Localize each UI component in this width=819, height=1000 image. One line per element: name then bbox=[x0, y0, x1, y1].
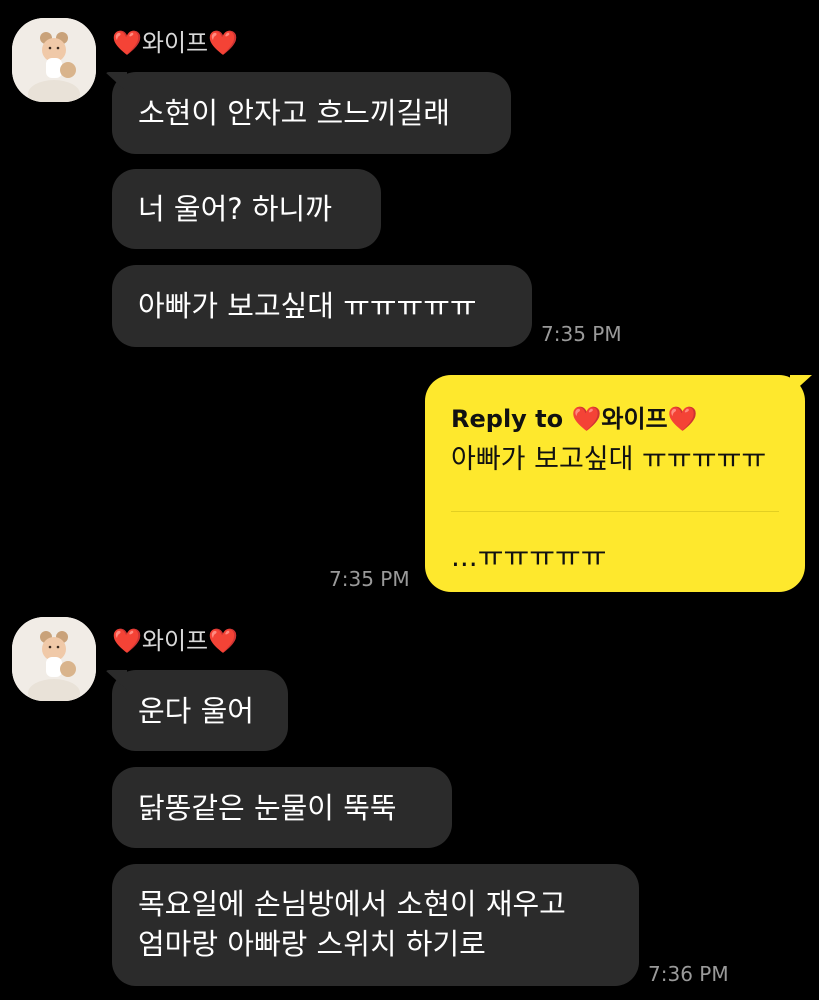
message-bubble[interactable]: 닭똥같은 눈물이 뚝뚝 bbox=[112, 767, 452, 848]
message-text: 닭똥같은 눈물이 뚝뚝 bbox=[138, 790, 397, 825]
message-text: 너 울어? 하니까 bbox=[138, 192, 332, 226]
reply-to-label: Reply to ❤️와이프❤️ bbox=[451, 405, 698, 433]
message-bubble[interactable]: 운다 울어 bbox=[112, 670, 288, 751]
message-text: 아빠가 보고싶대 ㅠㅠㅠㅠㅠ bbox=[138, 289, 477, 323]
message-text: 목요일에 손님방에서 소현이 재우고 bbox=[138, 887, 566, 921]
reply-message-text: ...ㅠㅠㅠㅠㅠ bbox=[451, 540, 607, 573]
message-timestamp: 7:36 PM bbox=[648, 962, 729, 986]
sender-name: ❤️와이프❤️ bbox=[112, 29, 239, 57]
baby-photo-icon bbox=[12, 617, 96, 701]
sender-name: ❤️와이프❤️ bbox=[112, 627, 239, 655]
message-bubble[interactable]: 목요일에 손님방에서 소현이 재우고 엄마랑 아빠랑 스위치 하기로 bbox=[112, 864, 639, 986]
message-bubble[interactable]: 소현이 안자고 흐느끼길래 bbox=[112, 72, 511, 154]
message-timestamp: 7:35 PM bbox=[541, 322, 622, 346]
reply-divider bbox=[451, 511, 779, 512]
message-bubble[interactable]: 아빠가 보고싶대 ㅠㅠㅠㅠㅠ bbox=[112, 265, 532, 347]
quoted-message-text: 아빠가 보고싶대 ㅠㅠㅠㅠㅠ bbox=[451, 444, 767, 475]
avatar[interactable] bbox=[12, 18, 96, 102]
message-text: 엄마랑 아빠랑 스위치 하기로 bbox=[138, 927, 486, 961]
reply-message-bubble[interactable]: Reply to ❤️와이프❤️ 아빠가 보고싶대 ㅠㅠㅠㅠㅠ ...ㅠㅠㅠㅠㅠ bbox=[425, 375, 805, 592]
avatar[interactable] bbox=[12, 617, 96, 701]
message-text: 소현이 안자고 흐느끼길래 bbox=[138, 96, 450, 130]
baby-photo-icon bbox=[12, 18, 96, 102]
message-timestamp: 7:35 PM bbox=[329, 567, 410, 591]
message-text: 운다 울어 bbox=[138, 693, 254, 728]
message-bubble[interactable]: 너 울어? 하니까 bbox=[112, 169, 381, 249]
